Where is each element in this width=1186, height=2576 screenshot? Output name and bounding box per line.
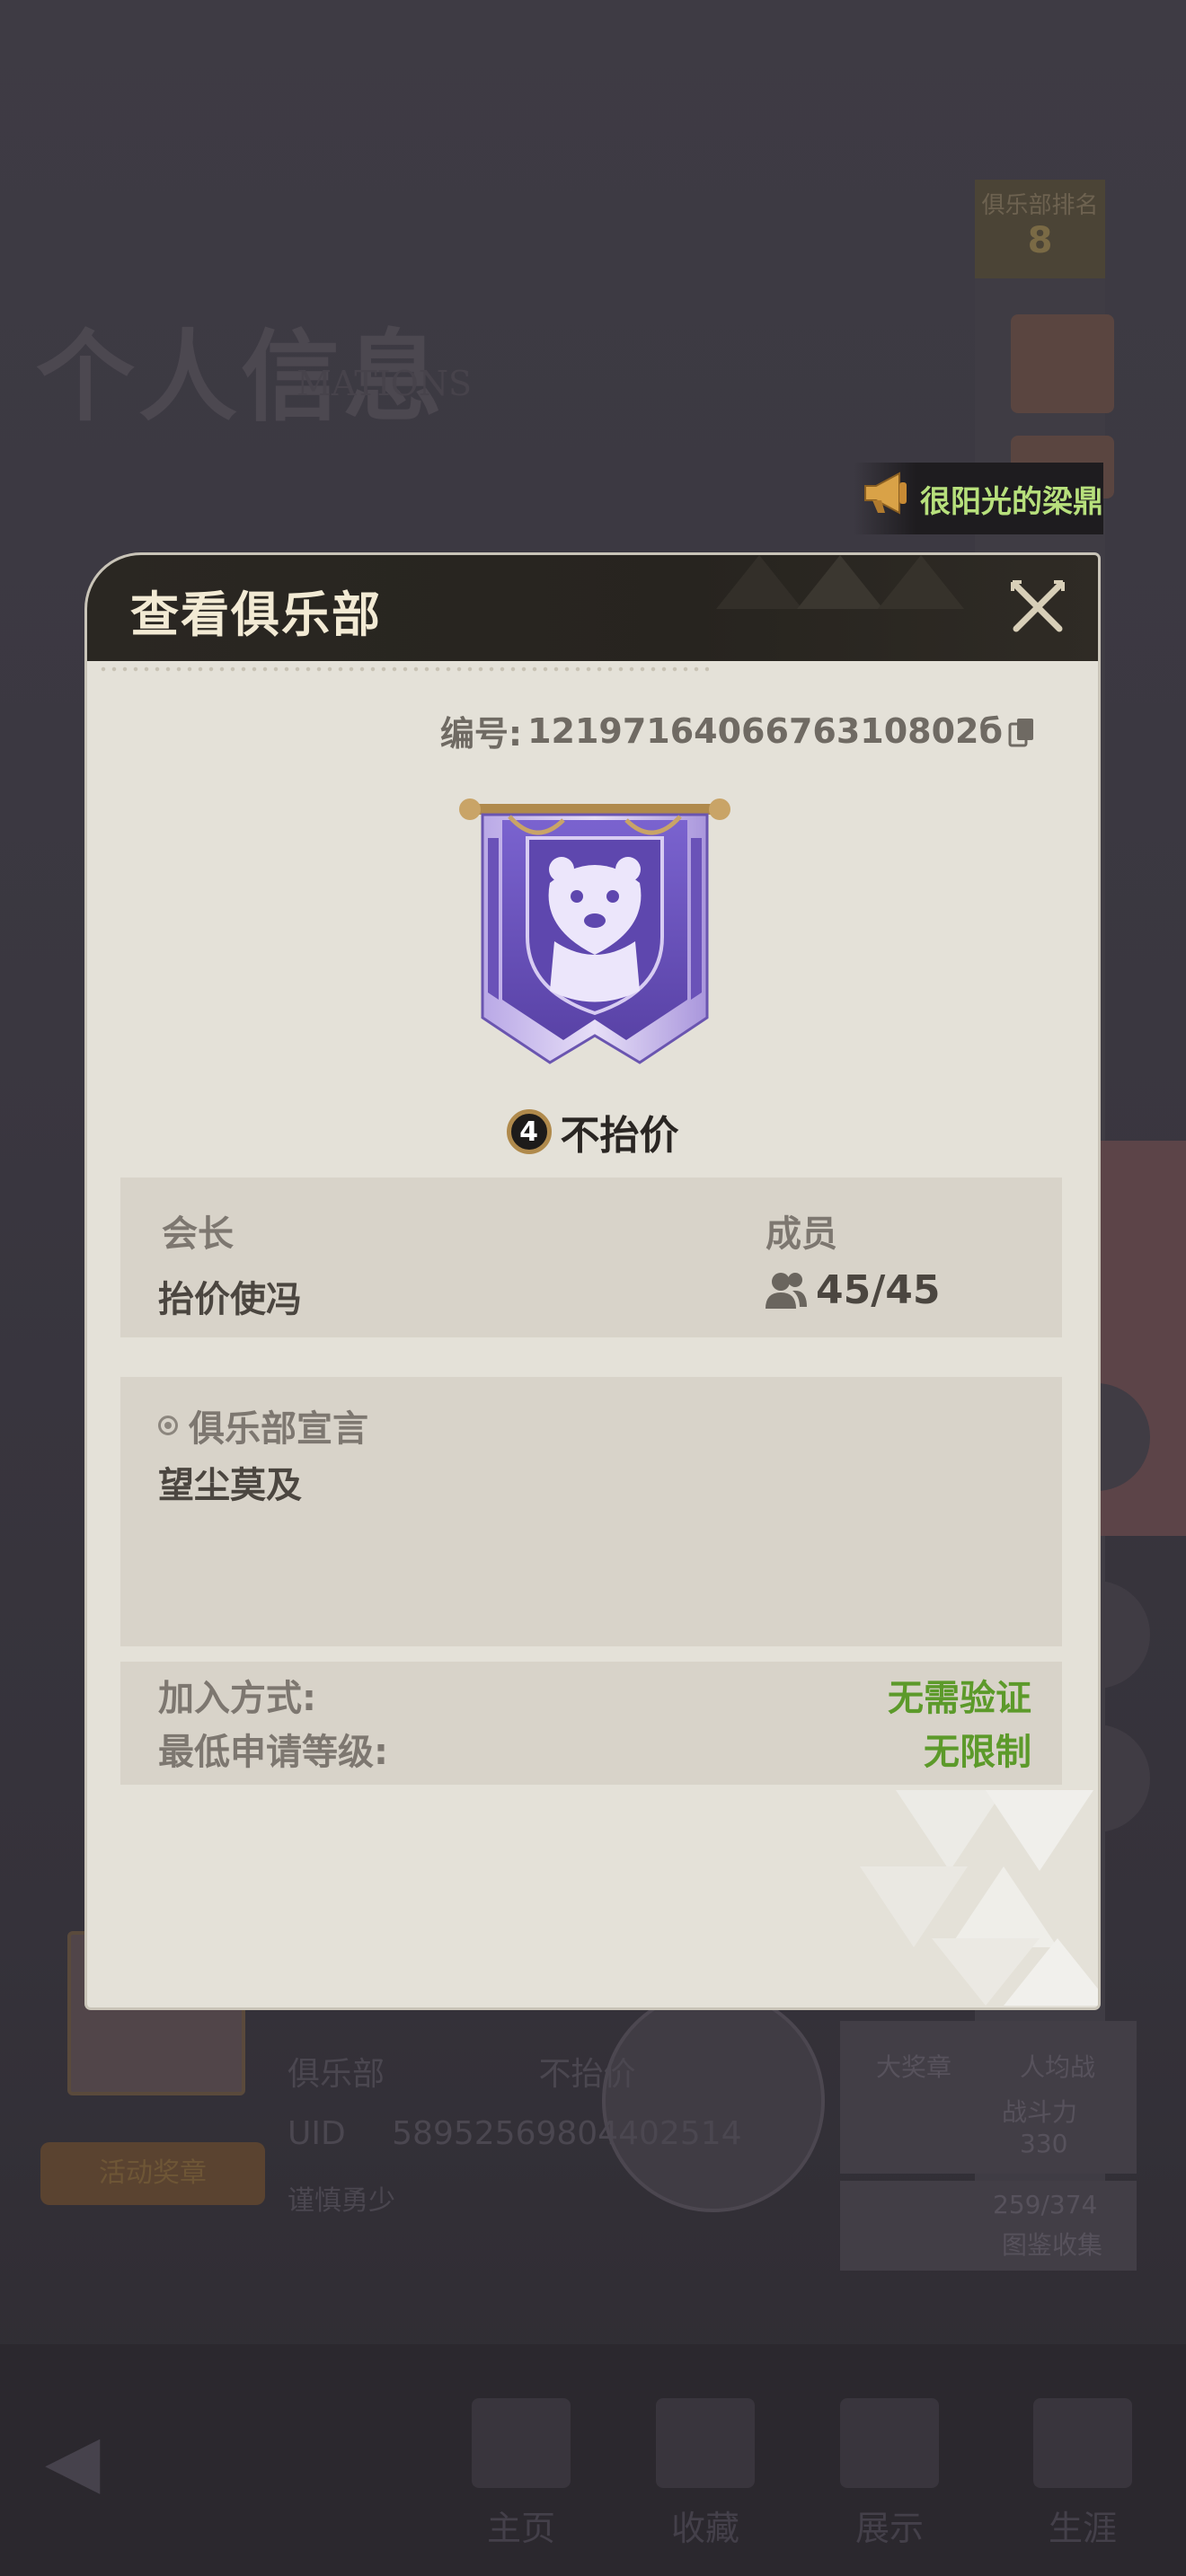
- header-decoration: [716, 555, 802, 609]
- club-declaration-panel: 俱乐部宣言 望尘莫及: [120, 1377, 1062, 1646]
- min-level-row: 最低申请等级: 无限制: [158, 1723, 1031, 1775]
- dialog-title: 查看俱乐部: [130, 586, 382, 643]
- bg-event-badge: 活动奖章: [40, 2142, 265, 2205]
- join-requirements-panel: 加入方式: 无需验证 最低申请等级: 无限制: [120, 1662, 1062, 1785]
- declaration-label: 俱乐部宣言: [189, 1408, 368, 1450]
- join-method-value: 无需验证: [888, 1678, 1031, 1719]
- min-level-value: 无限制: [924, 1732, 1031, 1773]
- bullet-icon: [158, 1416, 178, 1435]
- join-method-row: 加入方式: 无需验证: [158, 1669, 1031, 1721]
- bg-stat-value: 259/374: [993, 2190, 1098, 2219]
- club-info-dialog: 查看俱乐部 编号: 1219716406676310802б 4 不抬价 会长 …: [87, 555, 1098, 2007]
- bg-nav-label: 展示: [854, 2509, 924, 2548]
- announcement-banner[interactable]: 很阳光的梁鼎: [854, 463, 1103, 534]
- header-decoration: [797, 555, 883, 609]
- copy-icon[interactable]: [1008, 716, 1035, 746]
- members-icon: [766, 1272, 807, 1309]
- bg-stat-label: 大奖章: [876, 2052, 952, 2082]
- bg-club-emblem-circle: [602, 1989, 825, 2212]
- club-level-badge: 4: [506, 1109, 552, 1154]
- header-divider: [98, 666, 709, 672]
- club-id-row: 编号: 1219716406676310802б: [440, 706, 1035, 755]
- profile-card-icon: [472, 2398, 571, 2488]
- display-icon: [840, 2398, 939, 2488]
- bg-rank-label: 俱乐部排名: [981, 192, 1099, 219]
- club-id-value: 1219716406676310802б: [527, 710, 1003, 751]
- bg-nav-label: 收藏: [670, 2509, 739, 2548]
- career-icon: [1033, 2398, 1132, 2488]
- leader-label: 会长: [162, 1213, 234, 1255]
- leader-name: 抬价使冯: [158, 1279, 302, 1320]
- header-decoration: [878, 555, 964, 609]
- collection-icon: [656, 2398, 755, 2488]
- bg-club-value: 不抬价: [538, 2056, 636, 2093]
- bg-stat-row: 战斗力 330: [840, 2084, 1137, 2174]
- club-name: 不抬价: [560, 1113, 679, 1159]
- bg-nav-label: 生涯: [1048, 2509, 1117, 2548]
- bg-stat-row: 259/374 图鉴收集: [840, 2181, 1137, 2271]
- bg-nav-collection: 收藏: [656, 2398, 755, 2560]
- bg-uid-row: UID 58952569804402514: [288, 2115, 742, 2152]
- club-emblem: [456, 784, 734, 1090]
- join-method-label: 加入方式:: [158, 1678, 316, 1719]
- bg-nav-label: 主页: [486, 2509, 555, 2548]
- bg-uid-value: 58952569804402514: [392, 2115, 742, 2152]
- members-label: 成员: [766, 1213, 837, 1255]
- club-name-row: 4 不抬价: [87, 1103, 1098, 1160]
- bg-bottom-nav: [0, 2344, 1186, 2576]
- members-count: 45/45: [816, 1267, 941, 1313]
- decoration-triangle: [986, 1790, 1093, 1871]
- min-level-label: 最低申请等级:: [158, 1732, 388, 1773]
- dialog-header: 查看俱乐部: [87, 555, 1098, 661]
- close-button[interactable]: [1004, 573, 1072, 641]
- megaphone-icon: [857, 466, 920, 532]
- announcement-text: 很阳光的梁鼎: [920, 483, 1103, 520]
- bg-nav-home: 主页: [472, 2398, 571, 2560]
- bg-ranking-avatar: [1011, 314, 1114, 413]
- bg-rank-box: 俱乐部排名 8: [975, 180, 1105, 278]
- club-id-label: 编号:: [439, 714, 523, 754]
- bg-nav-career: 生涯: [1033, 2398, 1132, 2560]
- decoration-triangle: [1004, 1938, 1098, 2006]
- bg-rank-value: 8: [1027, 220, 1053, 261]
- club-info-panel: 会长 抬价使冯 成员 45/45: [120, 1178, 1062, 1337]
- close-icon: [1011, 580, 1065, 632]
- bg-stat-label: 图鉴收集: [1002, 2230, 1103, 2260]
- members-count-row: 45/45: [766, 1267, 941, 1313]
- bg-stat-label: 330: [1020, 2129, 1068, 2158]
- bg-uid-label: UID: [288, 2115, 346, 2152]
- declaration-text: 望尘莫及: [158, 1465, 302, 1506]
- bg-page-title-sub: MATIONS: [296, 364, 473, 403]
- declaration-header: 俱乐部宣言: [158, 1399, 368, 1451]
- bg-nav-display: 展示: [840, 2398, 939, 2560]
- bg-back-arrow-icon: ◀: [45, 2419, 101, 2502]
- bg-stat-value: 战斗力: [1002, 2097, 1078, 2127]
- bg-stat-value: 人均战: [1020, 2052, 1096, 2082]
- bg-club-label: 俱乐部: [288, 2056, 385, 2093]
- decoration-triangle: [950, 1866, 1058, 1947]
- bg-motto: 谨慎勇少: [288, 2185, 395, 2217]
- bg-club-row: 俱乐部 不抬价: [288, 2048, 635, 2095]
